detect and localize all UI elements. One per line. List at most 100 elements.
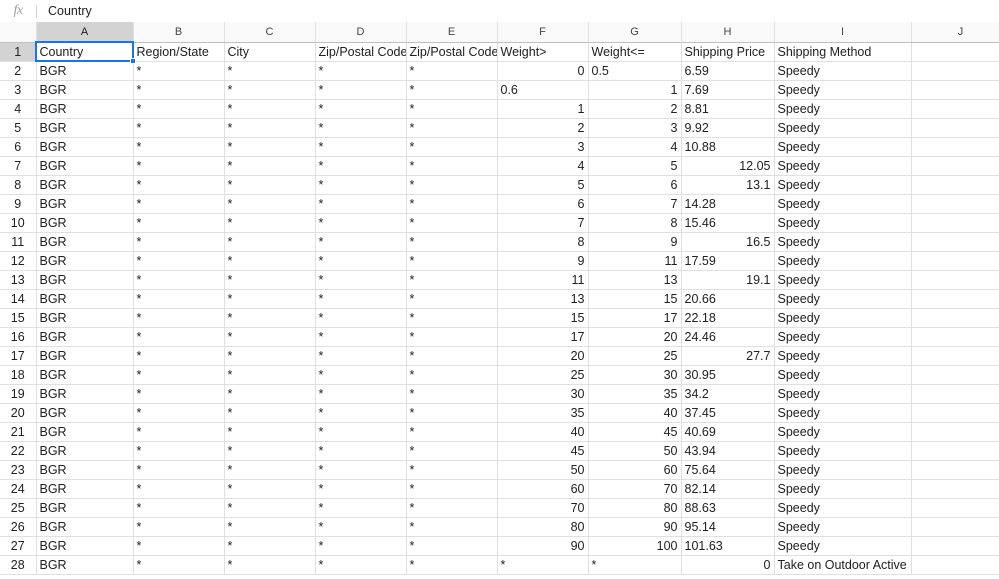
cell-I17[interactable]: Speedy bbox=[774, 346, 912, 366]
cell-J10[interactable] bbox=[911, 213, 999, 233]
cell-A27[interactable]: BGR bbox=[36, 536, 134, 556]
cell-C26[interactable]: * bbox=[224, 517, 316, 537]
row-header-23[interactable]: 23 bbox=[0, 460, 37, 480]
cell-D9[interactable]: * bbox=[315, 194, 407, 214]
cell-I14[interactable]: Speedy bbox=[774, 289, 912, 309]
cell-D21[interactable]: * bbox=[315, 422, 407, 442]
cell-G26[interactable]: 90 bbox=[588, 517, 682, 537]
cell-I9[interactable]: Speedy bbox=[774, 194, 912, 214]
cell-D14[interactable]: * bbox=[315, 289, 407, 309]
cell-C12[interactable]: * bbox=[224, 251, 316, 271]
row-header-21[interactable]: 21 bbox=[0, 422, 37, 442]
cell-A13[interactable]: BGR bbox=[36, 270, 134, 290]
cell-G3[interactable]: 1 bbox=[588, 80, 682, 100]
cell-I20[interactable]: Speedy bbox=[774, 403, 912, 423]
row-header-16[interactable]: 16 bbox=[0, 327, 37, 347]
cell-A8[interactable]: BGR bbox=[36, 175, 134, 195]
cell-I24[interactable]: Speedy bbox=[774, 479, 912, 499]
cell-G12[interactable]: 11 bbox=[588, 251, 682, 271]
cell-F20[interactable]: 35 bbox=[497, 403, 589, 423]
cell-E13[interactable]: * bbox=[406, 270, 498, 290]
row-header-25[interactable]: 25 bbox=[0, 498, 37, 518]
column-header-f[interactable]: F bbox=[497, 22, 589, 43]
cell-E8[interactable]: * bbox=[406, 175, 498, 195]
cell-H6[interactable]: 10.88 bbox=[681, 137, 775, 157]
cell-B4[interactable]: * bbox=[133, 99, 225, 119]
cell-B2[interactable]: * bbox=[133, 61, 225, 81]
cell-B11[interactable]: * bbox=[133, 232, 225, 252]
cell-D27[interactable]: * bbox=[315, 536, 407, 556]
cell-J9[interactable] bbox=[911, 194, 999, 214]
cell-F23[interactable]: 50 bbox=[497, 460, 589, 480]
cell-D15[interactable]: * bbox=[315, 308, 407, 328]
cell-A3[interactable]: BGR bbox=[36, 80, 134, 100]
cell-F5[interactable]: 2 bbox=[497, 118, 589, 138]
cell-H2[interactable]: 6.59 bbox=[681, 61, 775, 81]
row-header-1[interactable]: 1 bbox=[0, 42, 37, 62]
row-header-26[interactable]: 26 bbox=[0, 517, 37, 537]
row-header-28[interactable]: 28 bbox=[0, 555, 37, 575]
cell-H17[interactable]: 27.7 bbox=[681, 346, 775, 366]
cell-E26[interactable]: * bbox=[406, 517, 498, 537]
cell-D19[interactable]: * bbox=[315, 384, 407, 404]
column-header-i[interactable]: I bbox=[774, 22, 912, 43]
cell-E23[interactable]: * bbox=[406, 460, 498, 480]
cell-F7[interactable]: 4 bbox=[497, 156, 589, 176]
cell-D28[interactable]: * bbox=[315, 555, 407, 575]
cell-F15[interactable]: 15 bbox=[497, 308, 589, 328]
cell-H4[interactable]: 8.81 bbox=[681, 99, 775, 119]
cell-F21[interactable]: 40 bbox=[497, 422, 589, 442]
cell-D8[interactable]: * bbox=[315, 175, 407, 195]
column-header-j[interactable]: J bbox=[911, 22, 999, 43]
cell-I8[interactable]: Speedy bbox=[774, 175, 912, 195]
cell-J8[interactable] bbox=[911, 175, 999, 195]
cell-F26[interactable]: 80 bbox=[497, 517, 589, 537]
cell-F9[interactable]: 6 bbox=[497, 194, 589, 214]
cell-H1[interactable]: Shipping Price bbox=[681, 42, 775, 62]
cell-I5[interactable]: Speedy bbox=[774, 118, 912, 138]
cell-D17[interactable]: * bbox=[315, 346, 407, 366]
cell-H15[interactable]: 22.18 bbox=[681, 308, 775, 328]
cell-J17[interactable] bbox=[911, 346, 999, 366]
cell-I4[interactable]: Speedy bbox=[774, 99, 912, 119]
cell-G2[interactable]: 0.5 bbox=[588, 61, 682, 81]
cell-B19[interactable]: * bbox=[133, 384, 225, 404]
cell-A26[interactable]: BGR bbox=[36, 517, 134, 537]
cell-D13[interactable]: * bbox=[315, 270, 407, 290]
cell-B28[interactable]: * bbox=[133, 555, 225, 575]
cell-B21[interactable]: * bbox=[133, 422, 225, 442]
function-fx-icon[interactable]: fx bbox=[0, 3, 36, 19]
cell-F19[interactable]: 30 bbox=[497, 384, 589, 404]
row-header-18[interactable]: 18 bbox=[0, 365, 37, 385]
cell-A5[interactable]: BGR bbox=[36, 118, 134, 138]
cell-D16[interactable]: * bbox=[315, 327, 407, 347]
cell-C2[interactable]: * bbox=[224, 61, 316, 81]
cell-B18[interactable]: * bbox=[133, 365, 225, 385]
cell-A12[interactable]: BGR bbox=[36, 251, 134, 271]
column-header-b[interactable]: B bbox=[133, 22, 225, 43]
cell-H22[interactable]: 43.94 bbox=[681, 441, 775, 461]
row-header-3[interactable]: 3 bbox=[0, 80, 37, 100]
row-header-15[interactable]: 15 bbox=[0, 308, 37, 328]
cell-A2[interactable]: BGR bbox=[36, 61, 134, 81]
cell-F4[interactable]: 1 bbox=[497, 99, 589, 119]
cell-I25[interactable]: Speedy bbox=[774, 498, 912, 518]
cell-E22[interactable]: * bbox=[406, 441, 498, 461]
cell-H8[interactable]: 13.1 bbox=[681, 175, 775, 195]
cell-A16[interactable]: BGR bbox=[36, 327, 134, 347]
cell-B23[interactable]: * bbox=[133, 460, 225, 480]
cell-B8[interactable]: * bbox=[133, 175, 225, 195]
cell-F14[interactable]: 13 bbox=[497, 289, 589, 309]
cell-G23[interactable]: 60 bbox=[588, 460, 682, 480]
cell-H10[interactable]: 15.46 bbox=[681, 213, 775, 233]
cell-H28[interactable]: 0 bbox=[681, 555, 775, 575]
cell-A10[interactable]: BGR bbox=[36, 213, 134, 233]
row-header-5[interactable]: 5 bbox=[0, 118, 37, 138]
cell-J3[interactable] bbox=[911, 80, 999, 100]
row-header-4[interactable]: 4 bbox=[0, 99, 37, 119]
cell-E28[interactable]: * bbox=[406, 555, 498, 575]
row-header-10[interactable]: 10 bbox=[0, 213, 37, 233]
cell-A1[interactable]: Country bbox=[36, 42, 134, 62]
cell-A18[interactable]: BGR bbox=[36, 365, 134, 385]
cell-J13[interactable] bbox=[911, 270, 999, 290]
